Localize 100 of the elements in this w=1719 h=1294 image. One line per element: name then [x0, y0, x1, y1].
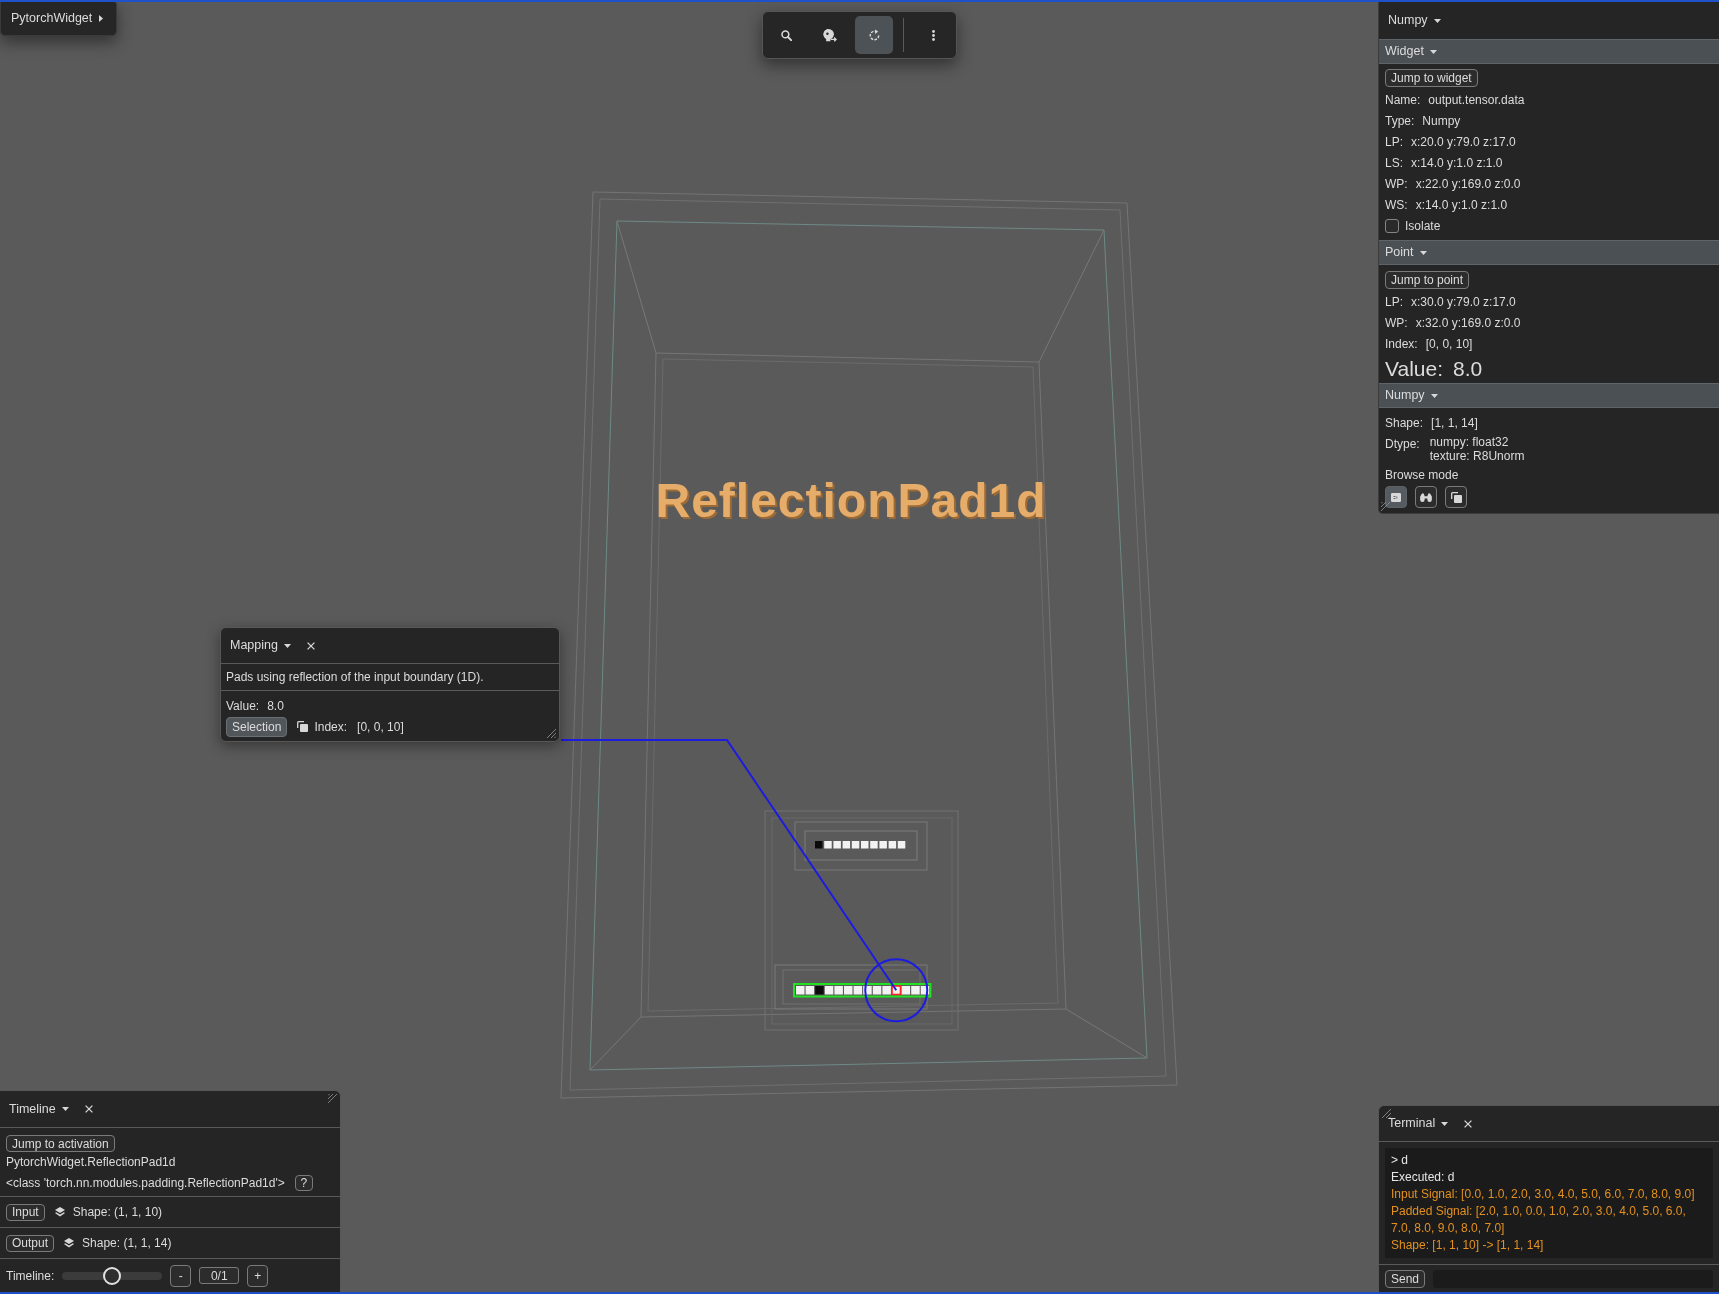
- terminal-line: Executed: d: [1391, 1169, 1456, 1186]
- field-value: [0, 0, 10]: [1425, 335, 1473, 353]
- field-value: [0, 0, 10]: [357, 718, 404, 736]
- panel-menu-button[interactable]: Timeline: [9, 1099, 69, 1119]
- selection-toggle[interactable]: Selection: [226, 716, 288, 737]
- jump-to-widget-button[interactable]: Jump to widget: [1385, 69, 1478, 87]
- tensor-cell[interactable]: [853, 986, 863, 995]
- shape-text: Shape: (1, 1, 10): [72, 1204, 163, 1221]
- slider-label: Timeline:: [6, 1267, 55, 1285]
- rotate-icon: [867, 28, 881, 42]
- close-icon[interactable]: [84, 1105, 93, 1113]
- field-value: x:14.0 y:1.0 z:1.0: [1415, 196, 1508, 214]
- step-counter-field[interactable]: 0/1: [199, 1267, 240, 1284]
- scene-title: ReflectionPad1d: [655, 477, 1047, 525]
- slider-thumb[interactable]: [103, 1266, 122, 1285]
- tensor-cell[interactable]: [888, 841, 897, 849]
- caret-right-icon: [99, 14, 104, 22]
- tensor-cell[interactable]: [897, 841, 906, 849]
- caret-down-icon: [61, 1107, 69, 1111]
- shape-text: Shape: (1, 1, 14): [82, 1235, 172, 1252]
- layers-icon: [54, 1207, 65, 1217]
- widget-menu-button[interactable]: PytorchWidget: [0, 0, 118, 36]
- panel-menu-button[interactable]: Mapping: [230, 636, 291, 655]
- browse-mode-button[interactable]: [1445, 486, 1467, 508]
- field-label: WP:: [1385, 175, 1408, 193]
- send-button[interactable]: Send: [1385, 1269, 1426, 1288]
- caret-down-icon: [283, 643, 291, 648]
- copy-icon: [1450, 491, 1462, 503]
- field-label: LP:: [1385, 293, 1403, 311]
- isolate-checkbox[interactable]: [1385, 218, 1399, 233]
- field-value: x:32.0 y:169.0 z:0.0: [1415, 314, 1521, 332]
- copy-icon: [297, 721, 309, 732]
- field-label: Value:: [1385, 355, 1443, 382]
- tensor-cell[interactable]: [901, 986, 911, 995]
- tensor-cell[interactable]: [879, 841, 887, 849]
- field-label: Name:: [1385, 91, 1421, 109]
- field-value: output.tensor.data: [1428, 91, 1525, 109]
- field-value: x:22.0 y:169.0 z:0.0: [1415, 175, 1521, 193]
- more-icon: [931, 29, 935, 41]
- tensor-cell[interactable]: [815, 986, 824, 995]
- panel-menu-button[interactable]: Numpy: [1388, 11, 1441, 30]
- tensor-cell[interactable]: [872, 986, 882, 995]
- resize-grip-icon[interactable]: [547, 729, 556, 738]
- tensor-cell[interactable]: [834, 986, 843, 995]
- class-name: <class 'torch.nn.modules.padding.ReflectionPad1d'>: [6, 1174, 285, 1192]
- resize-grip-icon[interactable]: [1381, 502, 1390, 511]
- tensor-cell[interactable]: [824, 986, 834, 995]
- terminal-line: Input Signal: [0.0, 1.0, 2.0, 3.0, 4.0, 5.0, 6.0, 7.0, 8.0, 9.0]: [1391, 1186, 1696, 1203]
- resize-grip-icon[interactable]: [1382, 1109, 1391, 1118]
- checkbox-label: Isolate: [1405, 217, 1441, 235]
- tensor-cell[interactable]: [911, 986, 920, 995]
- section-header[interactable]: Point: [1379, 240, 1719, 265]
- field-label: Dtype:: [1385, 436, 1420, 451]
- field-label: Type:: [1385, 112, 1415, 130]
- close-icon[interactable]: [306, 641, 315, 650]
- tensor-button[interactable]: Output: [6, 1234, 55, 1252]
- tensor-cell[interactable]: [824, 841, 832, 849]
- tensor-cell[interactable]: [863, 986, 872, 995]
- decrement-button[interactable]: -: [170, 1264, 192, 1287]
- tensor-cell[interactable]: [891, 985, 902, 996]
- tensor-cell[interactable]: [861, 841, 869, 849]
- tensor-button[interactable]: Input: [6, 1203, 45, 1221]
- browse-mode-button[interactable]: [1415, 486, 1437, 508]
- square-icon: [1391, 492, 1401, 502]
- field-value: x:20.0 y:79.0 z:17.0: [1411, 133, 1516, 151]
- field-label: LP:: [1385, 133, 1403, 151]
- jump-to-activation-button[interactable]: Jump to activation: [6, 1135, 115, 1152]
- section-header[interactable]: Numpy: [1379, 383, 1719, 408]
- panel-menu-button[interactable]: Terminal: [1388, 1114, 1449, 1133]
- tensor-cell[interactable]: [920, 986, 930, 995]
- field-value: 8.0: [1453, 355, 1483, 382]
- section-header[interactable]: Widget: [1379, 39, 1719, 64]
- field-label: WP:: [1385, 314, 1408, 332]
- tensor-cell[interactable]: [842, 841, 851, 849]
- tensor-cell[interactable]: [796, 986, 805, 995]
- field-label: WS:: [1385, 196, 1408, 214]
- caret-down-icon: [1433, 18, 1441, 23]
- terminal-line: Shape: [1, 1, 10] -> [1, 1, 14]: [1391, 1237, 1545, 1254]
- resize-grip-icon[interactable]: [328, 1094, 337, 1103]
- tensor-cell[interactable]: [882, 986, 891, 995]
- tensor-cell[interactable]: [870, 841, 878, 849]
- increment-button[interactable]: +: [247, 1264, 269, 1287]
- field-value: x:30.0 y:79.0 z:17.0: [1411, 293, 1516, 311]
- field-label: LS:: [1385, 154, 1403, 172]
- field-label: Index:: [1385, 335, 1418, 353]
- tensor-cell[interactable]: [851, 841, 860, 849]
- description-text: Pads using reflection of the input boundary (1D).: [226, 669, 484, 686]
- jump-to-point-button[interactable]: Jump to point: [1385, 271, 1470, 289]
- help-button[interactable]: ?: [294, 1174, 313, 1191]
- tensor-cell[interactable]: [805, 986, 815, 995]
- tensor-cell[interactable]: [815, 841, 823, 849]
- field-label: Shape:: [1385, 414, 1424, 432]
- caret-down-icon: [1419, 250, 1427, 255]
- close-icon[interactable]: [1464, 1119, 1473, 1128]
- browse-mode-button[interactable]: [1385, 486, 1407, 508]
- binoculars-icon: [1420, 492, 1432, 502]
- tensor-cell[interactable]: [833, 841, 841, 849]
- tensor-cell[interactable]: [844, 986, 853, 995]
- field-value: [1, 1, 14]: [1431, 414, 1478, 432]
- field-value: numpy: float32: [1429, 435, 1510, 449]
